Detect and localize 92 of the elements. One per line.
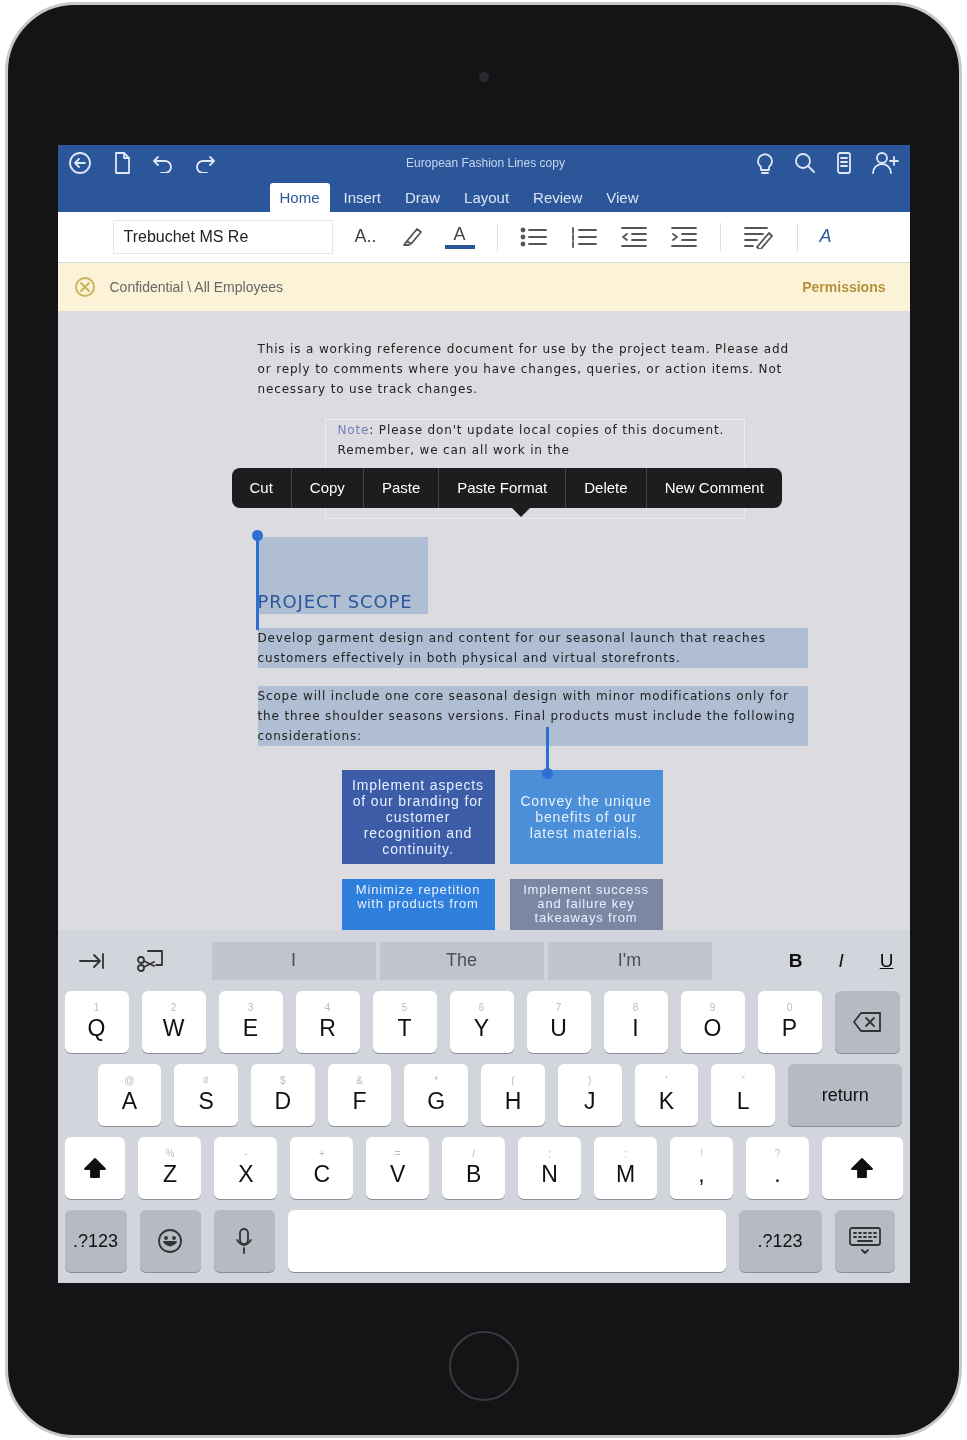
suggestion[interactable]: The: [379, 941, 544, 980]
smartart-box: Implement success and failure key takeaways from: [509, 878, 663, 930]
key[interactable]: & F: [327, 1064, 392, 1126]
key[interactable]: 6 Y: [449, 991, 514, 1053]
body-paragraph: Scope will include one core seasonal design with minor modifications only for the three shoulder seasons versions. Final products must include the following considerations:: [257, 685, 808, 746]
key[interactable]: 7 U: [526, 991, 591, 1053]
format-button[interactable]: B: [782, 948, 809, 973]
key[interactable]: / B: [442, 1137, 506, 1199]
lightbulb-icon[interactable]: [755, 151, 774, 176]
suggestion[interactable]: I'm: [547, 941, 712, 980]
key[interactable]: $ D: [250, 1064, 315, 1126]
scissors-paste-icon[interactable]: [135, 947, 164, 974]
text-effects-button[interactable]: A: [819, 226, 832, 248]
body-paragraph: Develop garment design and content for our seasonal launch that reaches customers effectively in both physical and virtual storefronts.: [257, 627, 808, 668]
backspace-icon[interactable]: [852, 1011, 882, 1033]
font-color-button[interactable]: A: [444, 224, 475, 250]
bullet-list-icon[interactable]: [519, 225, 548, 248]
suggestion[interactable]: I: [211, 941, 376, 980]
menu-item[interactable]: Cut: [231, 467, 292, 508]
back-icon[interactable]: [67, 151, 92, 176]
key[interactable]: ' K: [634, 1064, 699, 1126]
microphone-icon[interactable]: [234, 1227, 254, 1255]
tab-arrow-icon[interactable]: [77, 950, 106, 971]
menu-item[interactable]: Paste: [363, 467, 440, 508]
increase-indent-icon[interactable]: [669, 225, 698, 248]
key[interactable]: * G: [404, 1064, 469, 1126]
classification-label: Confidential \ All Employees: [109, 278, 285, 295]
keyboard-icon[interactable]: [847, 1226, 882, 1256]
note-text: Note: Please don't update local copies of this document. Remember, we can all work in the: [337, 421, 726, 459]
menu-item[interactable]: Delete: [566, 467, 647, 508]
format-button[interactable]: I: [832, 948, 850, 973]
key[interactable]: ; N: [518, 1137, 582, 1199]
key[interactable]: % Z: [138, 1137, 202, 1199]
key[interactable]: 8 I: [603, 991, 668, 1053]
redo-icon[interactable]: [193, 153, 216, 174]
key[interactable]: ? .: [745, 1137, 809, 1199]
smartart-box: Minimize repetition with products from: [341, 878, 495, 930]
key[interactable]: : M: [594, 1137, 658, 1199]
delete-key[interactable]: [834, 991, 900, 1053]
key[interactable]: 3 E: [218, 991, 283, 1053]
ribbon-tab[interactable]: View: [596, 182, 649, 212]
document-title: European Fashion Lines copy: [405, 156, 566, 171]
key[interactable]: 2 W: [141, 991, 206, 1053]
menu-item[interactable]: Paste Format: [439, 467, 567, 508]
smartart-box: Implement aspects of our branding for customer recognition and continuity.: [341, 769, 495, 864]
section-heading: PROJECT SCOPE: [257, 591, 413, 614]
key[interactable]: + C: [290, 1137, 354, 1199]
camera-dot: [478, 72, 489, 82]
ribbon-tab[interactable]: Review: [523, 182, 593, 212]
key[interactable]: 5 T: [372, 991, 437, 1053]
emoji-key[interactable]: [139, 1210, 201, 1272]
key[interactable]: 1 Q: [64, 991, 129, 1053]
key[interactable]: ) J: [557, 1064, 622, 1126]
key[interactable]: ! ,: [670, 1137, 733, 1199]
key[interactable]: ( H: [481, 1064, 545, 1126]
undo-icon[interactable]: [151, 153, 174, 174]
format-button[interactable]: U: [873, 948, 900, 973]
shift-arrow-icon[interactable]: [850, 1157, 875, 1179]
return-key[interactable]: return: [787, 1064, 903, 1126]
smiley-icon[interactable]: [157, 1228, 183, 1254]
key[interactable]: 0 P: [757, 991, 822, 1053]
phone-icon[interactable]: [835, 151, 852, 176]
ribbon-tab[interactable]: Draw: [395, 182, 451, 212]
key[interactable]: " L: [711, 1064, 775, 1126]
key[interactable]: @ A: [97, 1064, 162, 1126]
selection-end-handle[interactable]: [541, 726, 553, 779]
ribbon-tab[interactable]: Home: [269, 182, 330, 212]
menu-item[interactable]: New Comment: [646, 467, 782, 508]
ribbon-tab[interactable]: Insert: [333, 182, 392, 212]
key[interactable]: = V: [366, 1137, 430, 1199]
microphone-key[interactable]: [213, 1210, 275, 1272]
styles-icon[interactable]: [742, 224, 775, 249]
numbers-key[interactable]: .?123: [64, 1210, 127, 1272]
menu-item[interactable]: Copy: [291, 467, 364, 508]
hide-keyboard-key[interactable]: [834, 1210, 895, 1272]
key[interactable]: # S: [174, 1064, 238, 1126]
add-person-icon[interactable]: [871, 151, 900, 176]
shift-key[interactable]: [64, 1137, 126, 1199]
smartart-box: Convey the unique benefits of our latest materials.: [509, 769, 663, 864]
key[interactable]: 4 R: [295, 991, 360, 1053]
numbers-key[interactable]: .?123: [738, 1210, 822, 1272]
shift-arrow-icon[interactable]: [83, 1157, 107, 1179]
font-name-field[interactable]: Trebuchet MS Re: [112, 219, 333, 254]
ribbon-tab[interactable]: Layout: [454, 182, 520, 212]
shift-key[interactable]: [821, 1137, 903, 1199]
numbered-list-icon[interactable]: [569, 225, 598, 248]
intro-paragraph: This is a working reference document for use by the project team. Please add or reply to comments where you have changes, queries, or action items. Not necessary to use track changes.: [257, 340, 790, 398]
key[interactable]: - X: [214, 1137, 278, 1199]
decrease-indent-icon[interactable]: [619, 225, 648, 248]
key[interactable]: 9 O: [680, 991, 745, 1053]
search-icon[interactable]: [793, 152, 816, 175]
font-size-button[interactable]: A..: [354, 226, 377, 248]
